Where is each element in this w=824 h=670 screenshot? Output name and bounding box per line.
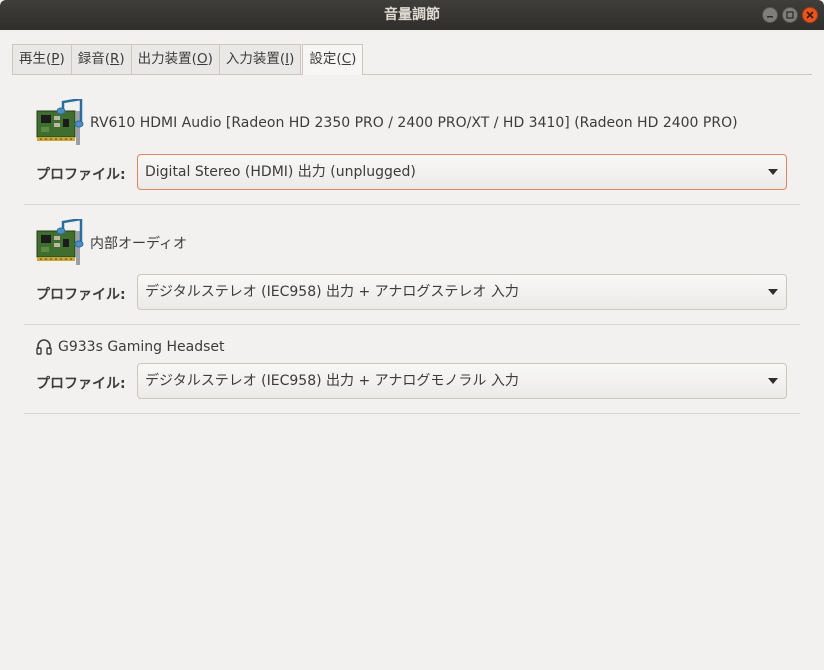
section-divider: [24, 204, 800, 205]
headset-icon: [36, 339, 52, 355]
dropdown-arrow-icon: [768, 378, 778, 384]
window-title: 音量調節: [384, 7, 440, 23]
profile-label: プロファイル:: [36, 167, 126, 183]
device-name: RV610 HDMI Audio [Radeon HD 2350 PRO / 2…: [90, 115, 738, 131]
tab-input-devices[interactable]: 入力装置(I): [218, 44, 302, 74]
device-header: 内部オーディオ: [36, 219, 187, 267]
maximize-button[interactable]: [782, 7, 798, 23]
section-divider: [24, 324, 800, 325]
device-name: 内部オーディオ: [90, 236, 188, 252]
profile-label: プロファイル:: [36, 376, 126, 392]
sound-card-icon: [36, 219, 84, 265]
maximize-icon: [786, 11, 794, 19]
close-button[interactable]: [802, 7, 818, 23]
dropdown-arrow-icon: [768, 289, 778, 295]
minimize-button[interactable]: [762, 7, 778, 23]
profile-combobox[interactable]: デジタルステレオ (IEC958) 出力 + アナログモノラル 入力: [137, 363, 787, 399]
profile-selected-value: デジタルステレオ (IEC958) 出力 + アナログステレオ 入力: [145, 284, 519, 300]
tab-divider: [12, 74, 812, 75]
dropdown-arrow-icon: [768, 169, 778, 175]
tab-output-devices[interactable]: 出力装置(O): [130, 44, 220, 74]
section-divider: [24, 413, 800, 414]
tab-configuration[interactable]: 設定(C): [302, 44, 364, 75]
tab-bar: 再生(P) 録音(R) 出力装置(O) 入力装置(I) 設定(C): [12, 44, 364, 75]
minimize-icon: [767, 16, 773, 18]
profile-label: プロファイル:: [36, 287, 126, 303]
tab-playback[interactable]: 再生(P): [12, 44, 72, 74]
title-bar[interactable]: 音量調節: [0, 0, 824, 30]
tab-recording[interactable]: 録音(R): [70, 44, 132, 74]
profile-selected-value: Digital Stereo (HDMI) 出力 (unplugged): [145, 164, 416, 180]
profile-selected-value: デジタルステレオ (IEC958) 出力 + アナログモノラル 入力: [145, 373, 519, 389]
profile-combobox[interactable]: Digital Stereo (HDMI) 出力 (unplugged): [137, 154, 787, 190]
device-header: RV610 HDMI Audio [Radeon HD 2350 PRO / 2…: [36, 99, 738, 147]
profile-combobox[interactable]: デジタルステレオ (IEC958) 出力 + アナログステレオ 入力: [137, 274, 787, 310]
sound-card-icon: [36, 99, 84, 145]
close-icon: [806, 11, 814, 19]
device-header: G933s Gaming Headset: [36, 338, 224, 356]
device-name: G933s Gaming Headset: [58, 339, 225, 355]
